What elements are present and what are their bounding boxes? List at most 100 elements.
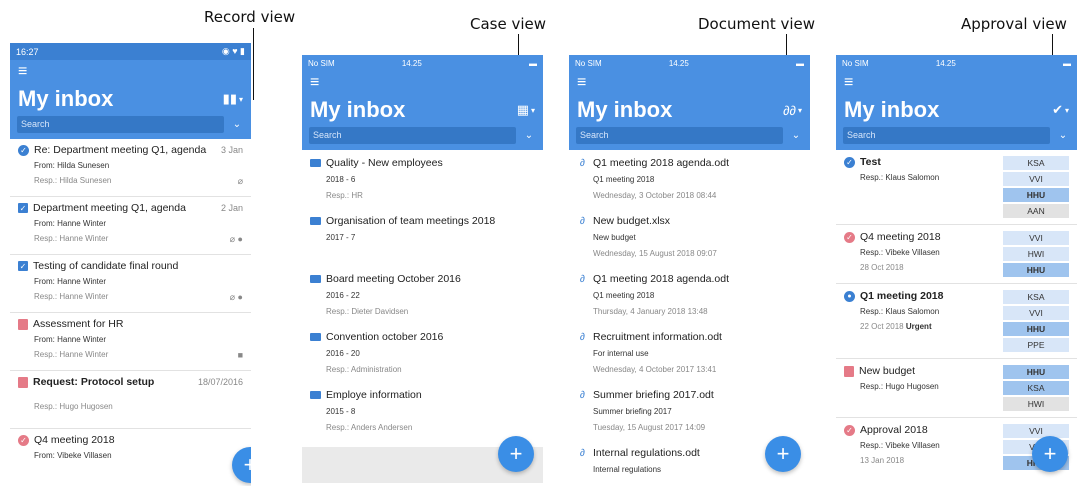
red-doc-icon [18,318,28,330]
phone-case-view: No SIM 14.25 ▬ ≡ My inbox ▦ ▾ Search ⌄ Q… [302,55,543,483]
phone-approval-view: No SIM 14.25 ▬ ≡ My inbox ✔ ▾ Search ⌄ ✓… [836,55,1077,483]
list-item[interactable]: ✓ Q4 meeting 2018 Resp.: Vibeke Villasen … [836,225,1077,284]
search-input[interactable]: Search [309,127,516,144]
status-bar: No SIM 14.25 ▬ [569,55,810,71]
case-grid-icon: ▦ [516,102,529,117]
add-button[interactable]: + [1032,436,1068,472]
view-switcher-button[interactable]: ∂∂ ▾ [783,103,802,118]
battery-icon: ▬ [529,58,537,68]
list-item[interactable]: Employe information 2015 - 8 Resp.: Ande… [302,382,543,440]
caption-document-view: Document view [698,15,816,33]
case-icon [310,391,321,399]
list-item[interactable]: ● Q1 meeting 2018 Resp.: Klaus Salomon 22… [836,284,1077,359]
hamburger-icon[interactable]: ≡ [302,71,543,93]
page-title: My inbox [844,97,940,122]
folder-icon: ■ [237,350,243,360]
approval-check-icon: ✔ [1052,102,1063,117]
chevron-down-icon: ▾ [238,94,243,104]
list-item[interactable]: New budget Resp.: Hugo Hugosen HHU KSA H… [836,359,1077,418]
status-time: 14.25 [935,58,956,68]
list-item[interactable]: Quality - New employees 2018 - 6 Resp.: … [302,150,543,208]
page-title: My inbox [18,86,114,111]
list-item[interactable]: ∂ Q1 meeting 2018 agenda.odt Q1 meeting 2… [569,266,810,324]
paperclip-icon: ∂ [580,389,585,401]
battery-icon: ▬ [796,58,804,68]
list-item[interactable]: ✓ Department meeting Q1, agenda 2 Jan From… [10,197,251,255]
page-title: My inbox [310,97,406,122]
chevron-down-icon: ▾ [797,105,802,115]
chevron-down-icon: ▾ [1064,105,1069,115]
hamburger-icon[interactable]: ≡ [836,71,1077,93]
list-item[interactable]: ✓ Q4 meeting 2018 From: Vibeke Villasen [10,429,251,486]
app-header: 16:27 ◉ ♥ ▮ ≡ My inbox ▮▮ ▾ Search ⌄ [10,43,251,139]
list-item[interactable]: ✓ Re: Department meeting Q1, agenda 3 Jan … [10,139,251,197]
chevron-down-icon: ▾ [530,105,535,115]
approver-chips: KSA VVI HHU AAN [1003,156,1069,218]
attachment-comment-icon: ⌀ ● [229,234,243,244]
view-switcher-button[interactable]: ✔ ▾ [1052,102,1069,118]
filter-chevron-icon[interactable]: ⌄ [1056,130,1070,141]
caption-approval-view: Approval view [961,15,1067,33]
search-input[interactable]: Search [843,127,1050,144]
caption-record-view: Record view [204,8,296,26]
list-item[interactable]: ∂ New budget.xlsx New budget Wednesday, 1… [569,208,810,266]
list-item[interactable]: Board meeting October 2016 2016 - 22 Res… [302,266,543,324]
approval-list: ✓ Test Resp.: Klaus Salomon KSA VVI HHU A… [836,150,1077,476]
status-carrier: No SIM [308,58,335,68]
search-input[interactable]: Search [17,116,224,133]
pointer-line [253,28,254,100]
paperclip-icon: ∂∂ [783,102,796,118]
status-time: 14.25 [401,58,422,68]
status-bar: No SIM 14.25 ▬ [302,55,543,71]
app-header: No SIM 14.25 ▬ ≡ My inbox ✔ ▾ Search ⌄ [836,55,1077,150]
status-carrier: No SIM [575,58,602,68]
list-item[interactable]: Request: Protocol setup 18/07/2016 Resp.:… [10,371,251,429]
add-button[interactable]: + [765,436,801,472]
approver-chips: VVI HWI HHU [1003,231,1069,277]
red-doc-icon [844,365,854,377]
paperclip-icon: ∂ [580,157,585,169]
case-list: Quality - New employees 2018 - 6 Resp.: … [302,150,543,440]
status-bar: 16:27 ◉ ♥ ▮ [10,43,251,60]
list-item[interactable]: ∂ Recruitment information.odt For interna… [569,324,810,382]
paperclip-icon: ∂ [580,447,585,459]
search-input[interactable]: Search [576,127,783,144]
status-carrier: No SIM [842,58,869,68]
add-button[interactable]: + [498,436,534,472]
checkbox-icon: ✓ [18,203,28,213]
filter-chevron-icon[interactable]: ⌄ [230,119,244,130]
attachment-icon: ⌀ [237,176,243,186]
document-list: ∂ Q1 meeting 2018 agenda.odt Q1 meeting 2… [569,150,810,483]
hamburger-icon[interactable]: ≡ [10,60,251,82]
list-item[interactable]: ∂ Summer briefing 2017.odt Summer briefin… [569,382,810,440]
view-switcher-button[interactable]: ▮▮ ▾ [223,91,243,107]
paperclip-icon: ∂ [580,331,585,343]
battery-icon: ▬ [1063,58,1071,68]
status-bar: No SIM 14.25 ▬ [836,55,1077,71]
caption-case-view: Case view [470,15,547,33]
phone-document-view: No SIM 14.25 ▬ ≡ My inbox ∂∂ ▾ Search ⌄ … [569,55,810,483]
approver-chips: HHU KSA HWI [1003,365,1069,411]
app-header: No SIM 14.25 ▬ ≡ My inbox ▦ ▾ Search ⌄ [302,55,543,150]
record-list: ✓ Re: Department meeting Q1, agenda 3 Jan … [10,139,251,486]
list-item[interactable]: Organisation of team meetings 2018 2017 … [302,208,543,266]
checkbox-icon: ✓ [18,261,28,271]
attachment-comment-icon: ⌀ ● [229,292,243,302]
case-icon [310,159,321,167]
check-circle-icon: ✓ [18,144,29,156]
list-item[interactable]: ∂ Q1 meeting 2018 agenda.odt Q1 meeting 2… [569,150,810,208]
status-icons: ◉ ♥ ▮ [221,46,245,56]
status-time: 14.25 [668,58,689,68]
list-item[interactable]: Assessment for HR From: Hanne Winter Res… [10,313,251,371]
list-item[interactable]: Convention october 2016 2016 - 20 Resp.:… [302,324,543,382]
status-time: 16:27 [16,46,39,57]
view-switcher-button[interactable]: ▦ ▾ [517,102,535,118]
filter-chevron-icon[interactable]: ⌄ [522,130,536,141]
filter-chevron-icon[interactable]: ⌄ [789,130,803,141]
app-header: No SIM 14.25 ▬ ≡ My inbox ∂∂ ▾ Search ⌄ [569,55,810,150]
documents-icon: ▮▮ [222,91,237,106]
list-item[interactable]: ✓ Testing of candidate final round From: … [10,255,251,313]
check-circle-icon: ✓ [844,156,855,168]
hamburger-icon[interactable]: ≡ [569,71,810,93]
list-item[interactable]: ✓ Test Resp.: Klaus Salomon KSA VVI HHU A… [836,150,1077,225]
